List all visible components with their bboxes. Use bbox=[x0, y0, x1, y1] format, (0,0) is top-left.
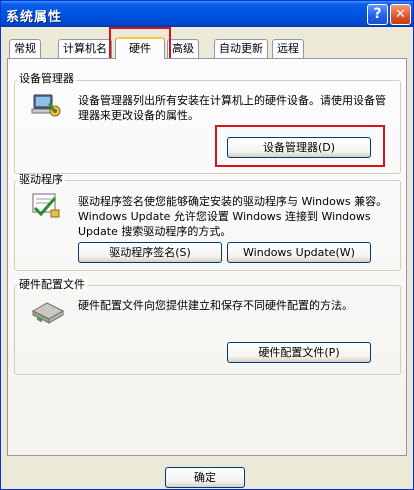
tab-strip: 常规 计算机名 硬件 高级 自动更新 远程 bbox=[7, 37, 409, 59]
window-title: 系统属性 bbox=[6, 10, 63, 25]
tab-general[interactable]: 常规 bbox=[9, 39, 41, 58]
hardware-profiles-group-title: 硬件配置文件 bbox=[17, 278, 87, 291]
close-button[interactable]: ✕ bbox=[390, 4, 411, 25]
drivers-description: 驱动程序签名使您能够确定安装的驱动程序与 Windows 兼容。Windows … bbox=[78, 195, 388, 238]
driver-signing-button[interactable]: 驱动程序签名(S) bbox=[78, 242, 222, 263]
device-manager-description: 设备管理器列出所有安装在计算机上的硬件设备。请使用设备管理器来更改设备的属性。 bbox=[78, 94, 386, 122]
device-manager-group-title: 设备管理器 bbox=[17, 72, 76, 85]
hardware-profiles-button[interactable]: 硬件配置文件(P) bbox=[227, 342, 371, 363]
drivers-group-title: 驱动程序 bbox=[17, 173, 65, 186]
hardware-profiles-description: 硬件配置文件向您提供建立和保存不同硬件配置的方法。 bbox=[78, 299, 353, 312]
tab-advanced[interactable]: 高级 bbox=[167, 39, 199, 58]
driver-signing-icon bbox=[32, 193, 60, 218]
system-properties-window: 系统属性 ? ✕ 常规 计算机名 硬件 高级 自动更新 远程 设备管理器 设备管… bbox=[0, 0, 414, 490]
tab-computer-name[interactable]: 计算机名 bbox=[58, 39, 112, 58]
device-manager-icon bbox=[31, 94, 61, 117]
tab-remote[interactable]: 远程 bbox=[272, 39, 304, 58]
ok-button[interactable]: 确定 bbox=[165, 467, 245, 488]
device-manager-button[interactable]: 设备管理器(D) bbox=[227, 137, 371, 158]
help-button[interactable]: ? bbox=[367, 4, 388, 25]
tab-automatic-updates[interactable]: 自动更新 bbox=[214, 39, 268, 58]
title-bar[interactable]: 系统属性 ? ✕ bbox=[1, 1, 413, 27]
tab-hardware[interactable]: 硬件 bbox=[115, 37, 165, 59]
hardware-profile-icon bbox=[31, 302, 65, 324]
windows-update-button[interactable]: Windows Update(W) bbox=[227, 242, 371, 263]
